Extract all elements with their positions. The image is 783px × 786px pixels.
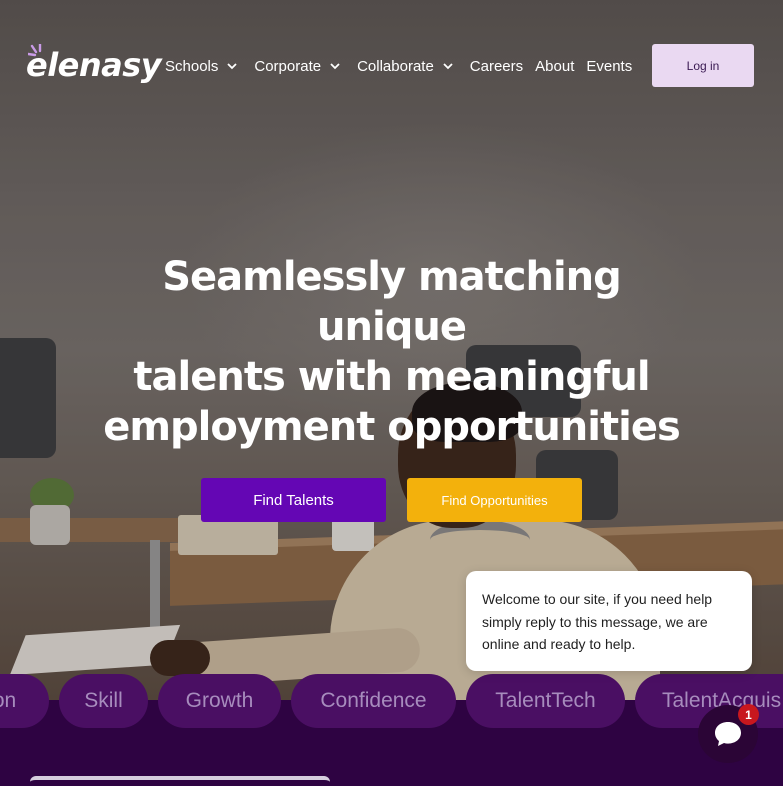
nav-item-label: Careers — [469, 57, 524, 75]
find-talents-button[interactable]: Find Talents — [201, 478, 386, 522]
unread-badge: 1 — [738, 704, 759, 725]
tag-pill: Confidence — [291, 674, 456, 728]
tag-pill: Growth — [158, 674, 281, 728]
tags-carousel: on Skill Growth Confidence TalentTech Ta… — [0, 674, 783, 728]
nav-item-label: Collaborate — [357, 57, 434, 75]
chat-welcome-message[interactable]: Welcome to our site, if you need help si… — [466, 571, 752, 671]
chevron-down-icon — [330, 63, 340, 70]
hero-title-line: employment opportunities — [103, 404, 681, 450]
main-nav: Schools Corporate Collaborate Careers Ab… — [165, 54, 644, 78]
nav-item-schools[interactable]: Schools — [165, 58, 238, 75]
login-button[interactable]: Log in — [652, 44, 754, 87]
nav-item-events[interactable]: Events — [586, 58, 632, 75]
section-heading-partial — [30, 776, 330, 786]
nav-item-label: About — [535, 57, 575, 75]
site-logo[interactable]: elenasy — [26, 44, 162, 84]
chat-bubble-icon — [715, 722, 741, 746]
nav-item-label: Events — [586, 57, 633, 75]
nav-item-label: Corporate — [254, 57, 322, 75]
nav-item-about[interactable]: About — [535, 58, 574, 75]
tag-pill: Skill — [59, 674, 148, 728]
nav-item-label: Schools — [165, 57, 219, 75]
tag-pill: TalentTech — [466, 674, 625, 728]
hero-title: Seamlessly matching unique talents with … — [100, 252, 683, 452]
find-opportunities-button[interactable]: Find Opportunities — [407, 478, 582, 522]
chevron-down-icon — [443, 63, 453, 70]
chevron-down-icon — [227, 63, 238, 70]
nav-item-collaborate[interactable]: Collaborate — [357, 58, 454, 75]
nav-item-corporate[interactable]: Corporate — [254, 58, 341, 75]
logo-spark-icon — [28, 44, 42, 57]
hero-title-line: talents with meaningful — [133, 354, 650, 400]
tag-pill: on — [0, 674, 49, 728]
nav-item-careers[interactable]: Careers — [470, 58, 523, 75]
hero-title-line: Seamlessly matching unique — [162, 254, 622, 350]
